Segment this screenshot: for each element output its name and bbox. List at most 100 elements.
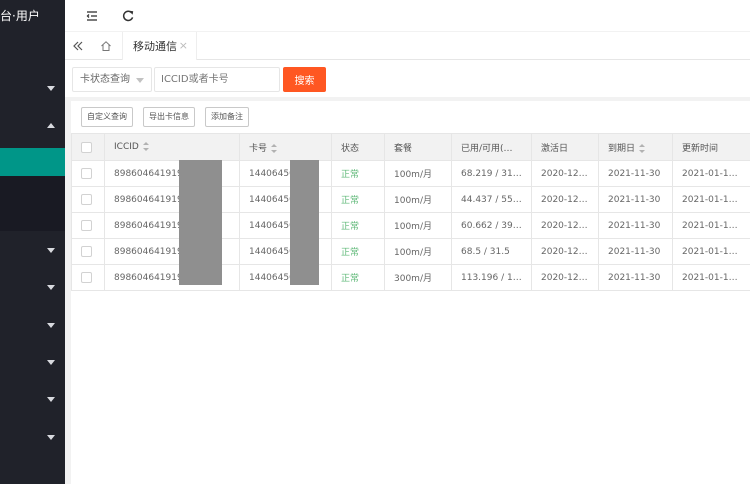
card-status-select[interactable]: 卡状态查询 [72,67,152,92]
cell-activated: 2020-12-07 [531,186,599,213]
cell-expires: 2021-11-30 [598,160,673,187]
cell-activated: 2020-12-07 [531,160,599,187]
chevron-down-icon [47,323,55,328]
cell-usage: 60.662 / 39.34 [451,212,532,239]
cell-status: 正常 [331,238,385,265]
column-header-expires[interactable]: 到期日 [598,133,673,161]
chevron-down-icon [47,248,55,253]
chevron-down-icon [47,86,55,91]
select-all-checkbox[interactable] [81,141,92,153]
sidebar-submenu [0,176,65,231]
sidebar-menu-group-3[interactable] [0,232,65,269]
add-note-button[interactable]: 添加备注 [205,107,249,127]
row-checkbox[interactable] [81,220,92,231]
cell-updated: 2021-01-10 14:4 [672,160,750,187]
tab-bar: 移动通信 × [65,32,750,61]
table-toolbar: 自定义查询 导出卡信息 添加备注 [71,101,750,133]
sort-icon[interactable] [639,143,646,153]
sidebar-item-active[interactable] [0,148,65,176]
double-left-icon[interactable] [65,32,91,60]
chevron-down-icon [47,435,55,440]
row-checkbox[interactable] [81,272,92,283]
column-header-activated: 激活日 [531,133,599,161]
search-form: 卡状态查询 搜索 [65,60,750,97]
menu-fold-icon[interactable] [85,9,99,23]
cell-usage: 68.219 / 31.78 [451,160,532,187]
main-content: 自定义查询 导出卡信息 添加备注 ICCID 卡号 状态 套餐 已用/可用(… … [65,97,750,484]
cell-plan: 100m/月 [384,186,452,213]
sidebar-menu-group-5[interactable] [0,307,65,344]
row-checkbox[interactable] [81,246,92,257]
chevron-down-icon [136,78,144,83]
column-header-iccid[interactable]: ICCID [104,133,240,161]
cell-updated: 2021-01-10 14:4 [672,264,750,291]
row-checkbox[interactable] [81,194,92,205]
redaction-mask-iccid [179,160,222,285]
refresh-icon[interactable] [121,9,135,23]
row-select-cell [71,264,105,291]
top-header [65,0,750,32]
cell-updated: 2021-01-10 14:4 [672,238,750,265]
cell-updated: 2021-01-10 14:4 [672,186,750,213]
cell-expires: 2021-11-30 [598,264,673,291]
row-select-cell [71,212,105,239]
cell-status: 正常 [331,186,385,213]
column-header-card-number[interactable]: 卡号 [239,133,332,161]
cell-status: 正常 [331,212,385,239]
sidebar-menu-group-6[interactable] [0,344,65,381]
cell-status: 正常 [331,160,385,187]
column-header-updated: 更新时间 [672,133,750,161]
table-card: 自定义查询 导出卡信息 添加备注 ICCID 卡号 状态 套餐 已用/可用(… … [71,101,750,484]
chevron-down-icon [47,397,55,402]
table-row[interactable]: 898604641919 14406450 正常 100m/月 68.5 / 3… [71,238,750,265]
close-icon[interactable]: × [179,39,188,53]
search-button[interactable]: 搜索 [283,67,326,92]
row-select-cell [71,238,105,265]
sort-icon[interactable] [142,142,149,151]
home-icon[interactable] [93,32,119,60]
sidebar-menu-group-4[interactable] [0,269,65,306]
tab-mobile-communication[interactable]: 移动通信 × [122,32,197,61]
table-header-row: ICCID 卡号 状态 套餐 已用/可用(… 激活日 到期日 更新时间 [71,133,750,161]
sort-icon[interactable] [271,143,278,153]
sim-card-table: ICCID 卡号 状态 套餐 已用/可用(… 激活日 到期日 更新时间 8986… [71,133,750,291]
column-label: 到期日 [608,143,636,154]
column-header-status: 状态 [331,133,385,161]
cell-expires: 2021-11-30 [598,238,673,265]
sidebar-menu-group-8[interactable] [0,419,65,456]
cell-activated: 2020-12-07 [531,212,599,239]
row-checkbox[interactable] [81,168,92,179]
cell-usage: 44.437 / 55.56 [451,186,532,213]
table-row[interactable]: 898604641919 14406450 正常 100m/月 44.437 /… [71,186,750,213]
sidebar-menu-group-2[interactable] [0,109,65,146]
cell-plan: 300m/月 [384,264,452,291]
card-status-select-value: 卡状态查询 [80,74,130,85]
cell-plan: 100m/月 [384,160,452,187]
cell-activated: 2020-12-07 [531,238,599,265]
cell-status: 正常 [331,264,385,291]
cell-usage: 113.196 / 1… [451,264,532,291]
sidebar-menu-group-7[interactable] [0,381,65,418]
table-row[interactable]: 898604641919 14406450 正常 100m/月 68.219 /… [71,160,750,187]
table-row[interactable]: 898604641919 14406450 正常 300m/月 113.196 … [71,264,750,291]
custom-query-button[interactable]: 自定义查询 [81,107,133,127]
row-select-cell [71,160,105,187]
cell-expires: 2021-11-30 [598,186,673,213]
cell-plan: 100m/月 [384,238,452,265]
cell-plan: 100m/月 [384,212,452,239]
column-label: 卡号 [249,143,268,154]
chevron-up-icon [47,123,55,128]
cell-expires: 2021-11-30 [598,212,673,239]
sidebar: 台·用户 [0,0,65,484]
column-label: ICCID [114,142,139,152]
column-header-usage: 已用/可用(… [451,133,532,161]
chevron-down-icon [47,360,55,365]
iccid-search-input[interactable] [154,67,280,92]
redaction-mask-card-number [290,160,319,285]
table-row[interactable]: 898604641919 14406450 正常 100m/月 60.662 /… [71,212,750,239]
row-select-cell [71,186,105,213]
cell-activated: 2020-12-07 [531,264,599,291]
cell-updated: 2021-01-10 14:4 [672,212,750,239]
export-card-info-button[interactable]: 导出卡信息 [143,107,195,127]
sidebar-menu-group-1[interactable] [0,70,65,107]
